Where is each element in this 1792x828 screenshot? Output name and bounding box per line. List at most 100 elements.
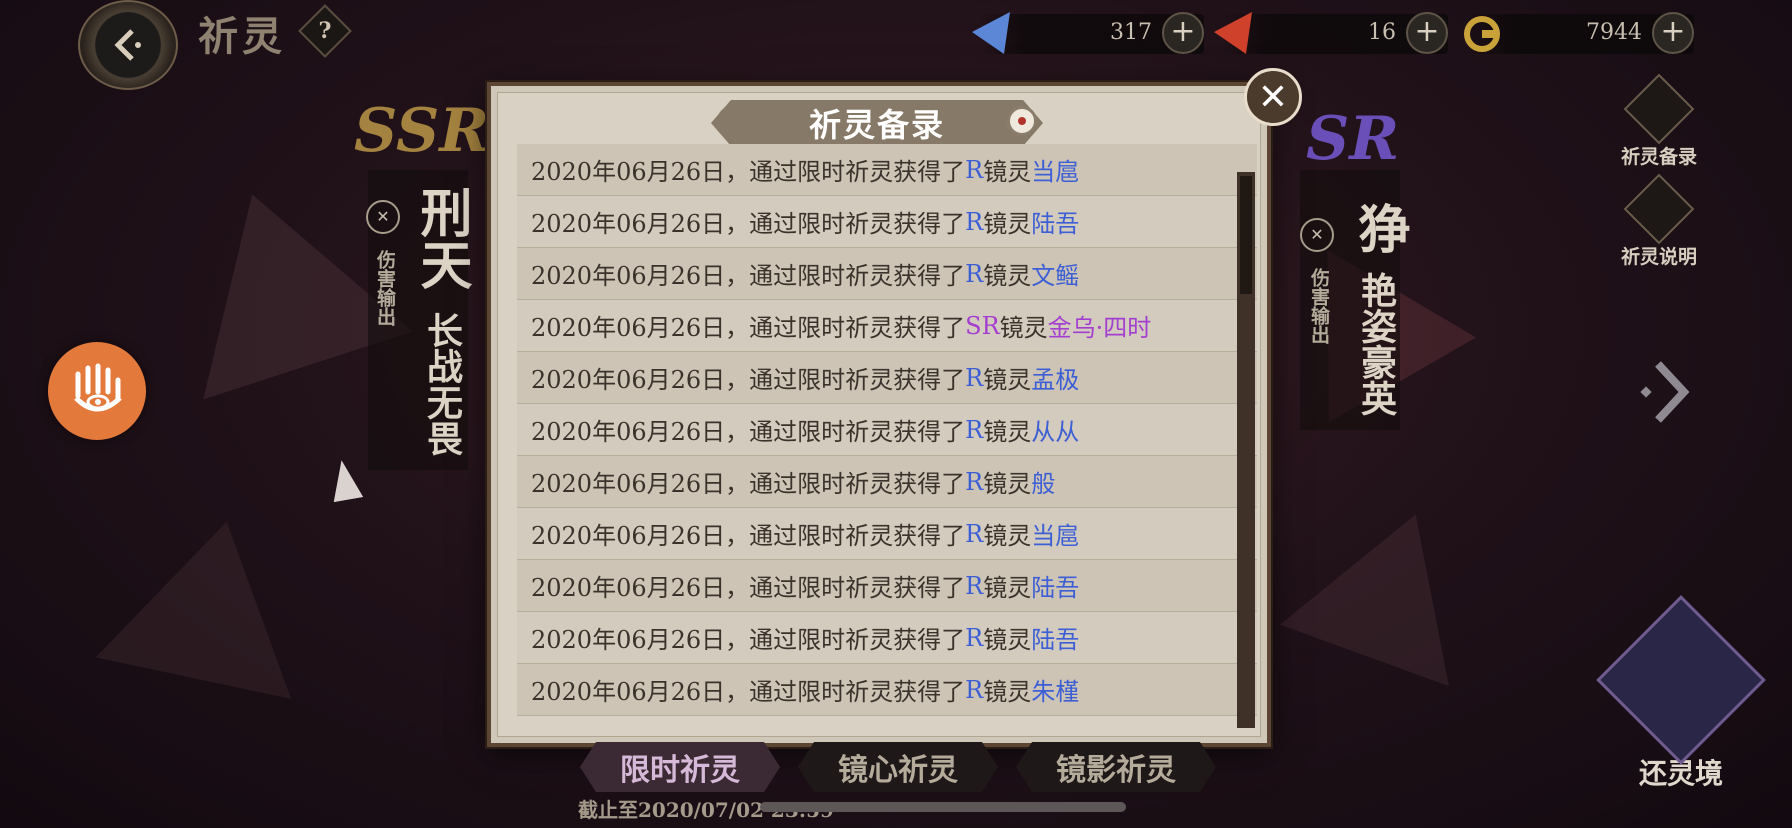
record-prefix: 2020年06月26日，通过限时祈灵获得了 xyxy=(531,418,966,446)
left-name: 刑天 xyxy=(411,186,472,290)
record-prefix: 2020年06月26日，通过限时祈灵获得了 xyxy=(531,158,966,186)
record-rank: R xyxy=(965,415,984,444)
hand-button[interactable] xyxy=(48,342,146,440)
right-rank: SR xyxy=(1306,104,1400,174)
record-kind: 镜灵 xyxy=(983,366,1032,394)
close-button[interactable]: ✕ xyxy=(1244,68,1302,126)
record-prefix: 2020年06月26日，通过限时祈灵获得了 xyxy=(531,262,966,290)
role-icon: ✕ xyxy=(1300,218,1334,252)
record-kind: 镜灵 xyxy=(983,574,1032,602)
record-rank: R xyxy=(965,519,984,548)
record-name: 朱槿 xyxy=(1031,678,1080,706)
record-rank: R xyxy=(965,623,984,652)
record-kind: 镜灵 xyxy=(983,626,1032,654)
help-button[interactable]: ? xyxy=(298,4,352,58)
right-name: 狰 xyxy=(1349,202,1410,254)
right-subtitle: 艳姿豪英 xyxy=(1355,272,1397,416)
bg-shard xyxy=(96,501,325,699)
home-indicator[interactable] xyxy=(760,802,1126,812)
record-rank: R xyxy=(965,207,984,236)
record-name: 从从 xyxy=(1031,418,1080,446)
record-rank: R xyxy=(965,363,984,392)
bg-shard xyxy=(1280,484,1500,687)
currency-value: 16 xyxy=(1368,20,1396,45)
record-name: 陆吾 xyxy=(1031,210,1080,238)
modal-header: 祈灵备录 xyxy=(711,100,1043,146)
record-rank: R xyxy=(965,259,984,288)
record-row: 2020年06月26日，通过限时祈灵获得了 R 镜灵 朱槿 xyxy=(517,664,1257,716)
record-kind: 镜灵 xyxy=(983,678,1032,706)
record-kind: 镜灵 xyxy=(999,314,1048,342)
record-row: 2020年06月26日，通过限时祈灵获得了 R 镜灵 文鳐 xyxy=(517,248,1257,300)
tab-mirror-shadow[interactable]: 镜影祈灵 xyxy=(1016,742,1216,792)
record-kind: 镜灵 xyxy=(983,262,1032,290)
record-kind: 镜灵 xyxy=(983,470,1032,498)
record-name: 当扈 xyxy=(1031,522,1080,550)
record-prefix: 2020年06月26日，通过限时祈灵获得了 xyxy=(531,470,966,498)
left-role: 伤害输出 xyxy=(374,250,396,326)
left-subtitle: 长战无畏 xyxy=(421,312,463,456)
record-name: 孟极 xyxy=(1031,366,1080,394)
add-blue-crystal-button[interactable]: + xyxy=(1162,12,1204,54)
record-row: 2020年06月26日，通过限时祈灵获得了 R 镜灵般 xyxy=(517,456,1257,508)
record-prefix: 2020年06月26日，通过限时祈灵获得了 xyxy=(531,678,966,706)
add-gold-button[interactable]: + xyxy=(1652,12,1694,54)
record-name: 文鳐 xyxy=(1031,262,1080,290)
record-name: 般 xyxy=(1031,470,1056,498)
red-crystal-icon xyxy=(1214,12,1252,54)
add-red-crystal-button[interactable]: + xyxy=(1406,12,1448,54)
record-row: 2020年06月26日，通过限时祈灵获得了 R 镜灵 孟极 xyxy=(517,352,1257,404)
record-name: 陆吾 xyxy=(1031,574,1080,602)
record-row: 2020年06月26日，通过限时祈灵获得了 R 镜灵 当扈 xyxy=(517,144,1257,196)
help-icon: ? xyxy=(318,18,332,44)
scrollbar-thumb[interactable] xyxy=(1240,176,1252,294)
return-button[interactable]: 还灵境 xyxy=(1596,595,1766,792)
record-name: 金乌·四时 xyxy=(1047,314,1152,342)
currency-value: 7944 xyxy=(1586,20,1642,45)
left-rank: SSR xyxy=(354,96,490,166)
blue-crystal-icon xyxy=(972,12,1010,54)
currency-value: 317 xyxy=(1110,20,1152,45)
tab-mirror-heart[interactable]: 镜心祈灵 xyxy=(798,742,998,792)
hand-eye-icon xyxy=(74,363,122,412)
record-kind: 镜灵 xyxy=(983,418,1032,446)
record-rank: R xyxy=(965,571,984,600)
currency-gold: 7944 + xyxy=(1464,12,1694,54)
right-role: 伤害输出 xyxy=(1308,268,1330,344)
record-rank: R xyxy=(965,467,984,496)
records-list[interactable]: 2020年06月26日，通过限时祈灵获得了 R 镜灵 当扈 2020年06月26日，通过… xyxy=(517,144,1257,728)
record-row: 2020年06月26日，通过限时祈灵获得了 R 镜灵 从从 xyxy=(517,404,1257,456)
record-prefix: 2020年06月26日，通过限时祈灵获得了 xyxy=(531,314,966,342)
currency-blue: 317 + xyxy=(972,12,1204,54)
modal-title: 祈灵备录 xyxy=(808,106,945,144)
back-button[interactable] xyxy=(78,0,178,90)
book-icon xyxy=(1623,73,1695,145)
close-icon: ✕ xyxy=(1257,76,1289,118)
record-name: 当扈 xyxy=(1031,158,1080,186)
gold-coin-icon xyxy=(1464,16,1500,52)
record-prefix: 2020年06月26日，通过限时祈灵获得了 xyxy=(531,366,966,394)
record-prefix: 2020年06月26日，通过限时祈灵获得了 xyxy=(531,522,966,550)
record-prefix: 2020年06月26日，通过限时祈灵获得了 xyxy=(531,574,966,602)
info-icon xyxy=(1623,173,1695,245)
records-button[interactable]: 祈灵备录 xyxy=(1614,73,1704,169)
tab-limited[interactable]: 限时祈灵 xyxy=(580,742,780,792)
bg-shard xyxy=(327,458,363,503)
next-arrow-icon[interactable] xyxy=(1636,352,1696,432)
record-row: 2020年06月26日，通过限时祈灵获得了 R 镜灵 陆吾 xyxy=(517,612,1257,664)
record-kind: 镜灵 xyxy=(983,158,1032,186)
header-ornament-right xyxy=(1007,106,1037,136)
record-prefix: 2020年06月26日，通过限时祈灵获得了 xyxy=(531,626,966,654)
record-name: 陆吾 xyxy=(1031,626,1080,654)
record-row: 2020年06月26日，通过限时祈灵获得了 R 镜灵 当扈 xyxy=(517,508,1257,560)
record-rank: R xyxy=(965,155,984,184)
role-icon: ✕ xyxy=(366,200,400,234)
back-arrow-icon xyxy=(114,29,141,61)
records-label: 祈灵备录 xyxy=(1620,146,1697,168)
record-rank: SR xyxy=(965,311,1000,340)
currency-red: 16 + xyxy=(1214,12,1448,54)
info-button[interactable]: 祈灵说明 xyxy=(1614,173,1704,269)
record-row: 2020年06月26日，通过限时祈灵获得了 SR 镜灵 金乌·四时 xyxy=(517,300,1257,352)
records-modal: 祈灵备录 2020年06月26日，通过限时祈灵获得了 R 镜灵 当扈 2020年06月2… xyxy=(487,82,1271,747)
flame-emblem-icon xyxy=(1596,595,1766,765)
